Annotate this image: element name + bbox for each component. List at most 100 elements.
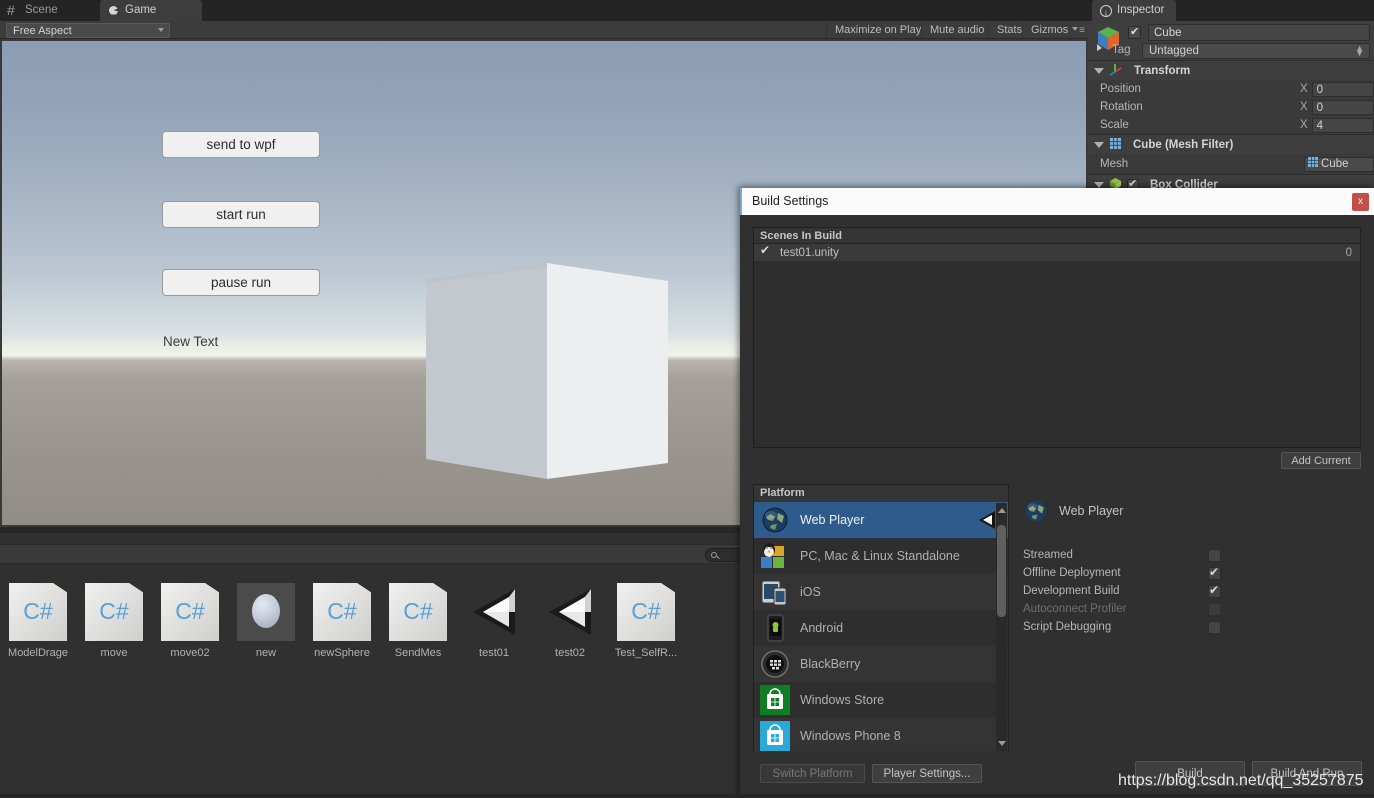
transform-axis-icon <box>1109 62 1123 79</box>
csharp-script-icon <box>161 583 219 641</box>
asset-item[interactable]: newSphere <box>304 569 380 689</box>
asset-item[interactable]: test02 <box>532 569 608 689</box>
globe-icon <box>760 505 790 535</box>
tab-scene[interactable]: Scene <box>0 0 70 21</box>
platform-item-windows-phone-8[interactable]: Windows Phone 8 <box>754 718 1008 751</box>
scale-label: Scale <box>1100 119 1129 131</box>
script-debugging-checkbox[interactable] <box>1208 620 1221 634</box>
position-x-field[interactable]: 0 <box>1311 81 1374 97</box>
aspect-ratio-dropdown[interactable]: Free Aspect <box>6 23 170 38</box>
new-text-label: New Text <box>163 334 219 349</box>
development-build-checkbox[interactable] <box>1208 583 1221 598</box>
platform-detail-panel: Web Player Streamed Offline Deployment D… <box>1023 498 1363 636</box>
windows-phone-icon <box>760 721 790 751</box>
android-phone-icon <box>760 613 790 643</box>
mesh-label: Mesh <box>1100 158 1129 170</box>
build-settings-title: Build Settings <box>752 194 829 208</box>
option-row-script-debugging: Script Debugging <box>1023 618 1363 636</box>
position-label: Position <box>1100 83 1141 95</box>
platform-item-ios[interactable]: iOS <box>754 574 1008 610</box>
asset-label: ModelDrage <box>8 647 68 659</box>
aspect-ratio-value: Free Aspect <box>13 25 72 37</box>
option-label: Development Build <box>1023 585 1120 597</box>
switch-platform-button[interactable]: Switch Platform <box>760 764 865 783</box>
component-transform-header[interactable]: Transform <box>1088 61 1374 80</box>
object-enabled-checkbox[interactable] <box>1128 25 1141 39</box>
add-current-button[interactable]: Add Current <box>1281 452 1361 469</box>
option-label: Offline Deployment <box>1023 567 1121 579</box>
platform-item-blackberry[interactable]: BlackBerry <box>754 646 1008 682</box>
scene-list-item[interactable]: test01.unity 0 <box>754 243 1360 261</box>
mesh-object-field[interactable]: Cube <box>1304 156 1374 172</box>
component-mesh-filter-header[interactable]: Cube (Mesh Filter) <box>1088 135 1374 154</box>
start-run-button[interactable]: start run <box>162 201 320 228</box>
asset-item[interactable]: test01 <box>456 569 532 689</box>
inspector-object-header: Cube Tag Untagged ▲▼ <box>1088 21 1374 61</box>
asset-label: newSphere <box>314 647 370 659</box>
platform-label: BlackBerry <box>800 657 861 671</box>
scroll-up-arrow-icon[interactable] <box>998 508 1006 513</box>
foldout-triangle-icon[interactable] <box>1094 67 1104 74</box>
tab-inspector-label: Inspector <box>1117 4 1165 16</box>
windows-store-icon <box>760 685 790 715</box>
scenes-in-build-header: Scenes In Build <box>754 228 1360 244</box>
rotation-x-field[interactable]: 0 <box>1311 99 1374 115</box>
platform-item-web-player[interactable]: Web Player <box>754 502 1008 538</box>
asset-label: new <box>255 647 277 659</box>
unity-scene-icon <box>541 583 599 641</box>
component-mesh-filter: Cube (Mesh Filter) Mesh Cube <box>1088 135 1374 175</box>
maximize-on-play-button[interactable]: Maximize on Play <box>826 22 929 38</box>
close-icon[interactable]: x <box>1352 193 1369 211</box>
asset-item[interactable]: move <box>76 569 152 689</box>
scene-name: test01.unity <box>780 246 839 259</box>
build-settings-dialog: Build Settings x Scenes In Build test01.… <box>740 188 1374 798</box>
scene-index: 0 <box>1345 246 1352 259</box>
platform-list-panel: Platform Web Player PC, Mac & Linux Stan… <box>753 484 1009 751</box>
platform-item-pc-mac-linux[interactable]: PC, Mac & Linux Standalone <box>754 538 1008 574</box>
component-title: Cube (Mesh Filter) <box>1133 138 1234 151</box>
component-transform: Transform Position X 0 Rotation X 0 Scal… <box>1088 61 1374 135</box>
tab-game[interactable]: Game <box>100 0 202 21</box>
platform-header: Platform <box>754 485 1008 502</box>
updown-arrows-icon: ▲ ▼ <box>1355 43 1364 58</box>
foldout-triangle-icon[interactable] <box>1094 181 1104 188</box>
offline-deployment-checkbox[interactable] <box>1208 565 1221 580</box>
streamed-checkbox[interactable] <box>1208 548 1221 562</box>
asset-label: move <box>100 647 128 659</box>
asset-item[interactable]: ModelDrage <box>0 569 76 689</box>
blackberry-icon <box>760 649 790 679</box>
gizmos-button[interactable]: Gizmos <box>1022 22 1076 38</box>
mute-audio-button[interactable]: Mute audio <box>921 22 992 38</box>
material-sphere-icon <box>237 583 295 641</box>
object-name-field[interactable]: Cube <box>1148 24 1370 41</box>
platform-item-android[interactable]: Android <box>754 610 1008 646</box>
scale-x-field[interactable]: 4 <box>1311 117 1374 133</box>
asset-item[interactable]: move02 <box>152 569 228 689</box>
asset-item-selected[interactable]: new <box>228 569 304 689</box>
unity-scene-icon <box>465 583 523 641</box>
platform-list-scrollbar[interactable] <box>996 503 1007 751</box>
send-to-wpf-button[interactable]: send to wpf <box>162 131 320 158</box>
pause-run-button[interactable]: pause run <box>162 269 320 296</box>
asset-item[interactable]: Test_SelfR... <box>608 569 684 689</box>
platform-item-windows-store[interactable]: Windows Store <box>754 682 1008 718</box>
mesh-row: Mesh Cube <box>1088 154 1374 174</box>
tag-dropdown[interactable]: Untagged ▲ ▼ <box>1142 43 1370 59</box>
scene-enabled-checkbox[interactable] <box>760 243 772 259</box>
autoconnect-profiler-checkbox <box>1208 602 1221 616</box>
chevron-down-icon <box>158 28 164 32</box>
player-settings-button[interactable]: Player Settings... <box>872 764 982 783</box>
tag-value: Untagged <box>1149 45 1199 57</box>
panel-menu-icon[interactable]: ≡ <box>1079 25 1085 36</box>
scroll-down-arrow-icon[interactable] <box>998 741 1006 746</box>
csharp-script-icon <box>9 583 67 641</box>
asset-label: Test_SelfR... <box>614 647 678 659</box>
build-settings-titlebar[interactable]: Build Settings x <box>740 188 1374 215</box>
transform-scale-row: Scale X 4 <box>1088 116 1374 134</box>
asset-item[interactable]: SendMes <box>380 569 456 689</box>
scrollbar-thumb[interactable] <box>997 525 1006 617</box>
gizmos-chevron-down-icon[interactable] <box>1072 27 1078 31</box>
tab-inspector[interactable]: Inspector <box>1092 0 1177 25</box>
foldout-triangle-icon[interactable] <box>1094 141 1104 148</box>
option-row-streamed: Streamed <box>1023 546 1363 564</box>
